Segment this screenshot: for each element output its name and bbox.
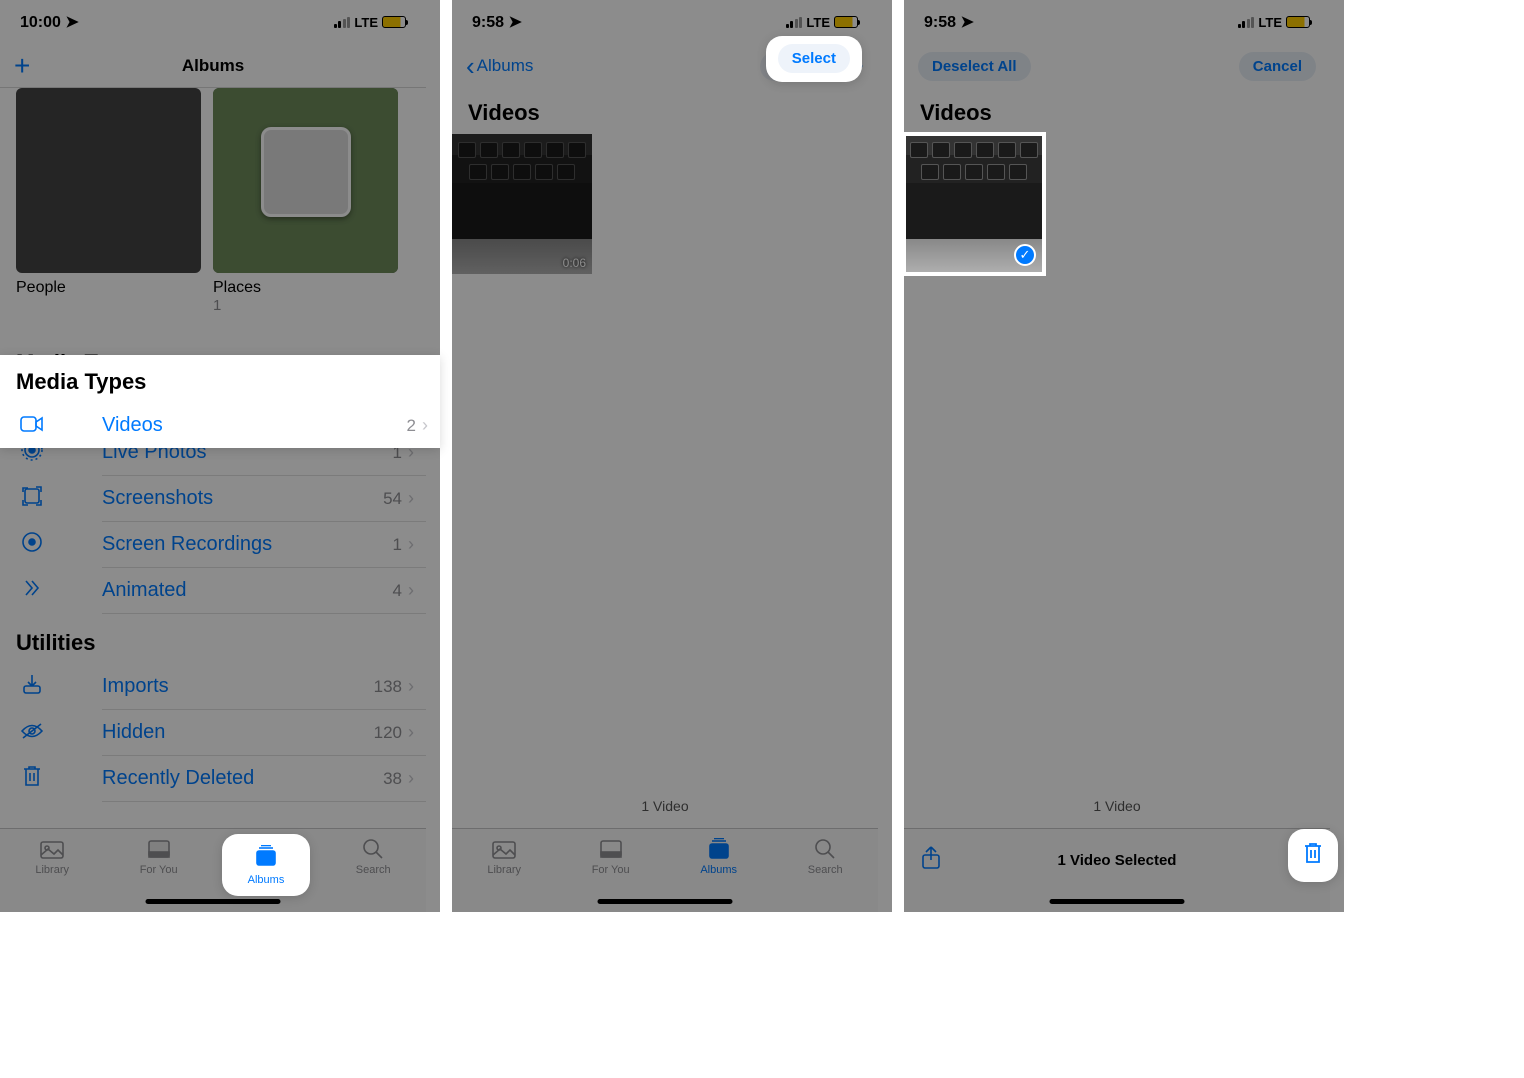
search-icon [359, 837, 387, 861]
chevron-right-icon: › [408, 580, 414, 601]
row-imports[interactable]: Imports138› [0, 664, 426, 710]
nav-bar: Deselect All Cancel [904, 44, 1330, 88]
signal-icon [786, 17, 803, 28]
highlight-trash [1288, 829, 1338, 882]
home-indicator[interactable] [146, 899, 281, 904]
nav-bar: + Albums [0, 44, 426, 88]
chevron-right-icon: › [408, 534, 414, 555]
videos-screen: 9:58 ➤ LTE ‹Albums Select ••• Videos 0:0… [452, 0, 878, 912]
video-thumbnail-selected[interactable]: ✓ [904, 134, 1044, 274]
video-duration: 0:06 [563, 256, 586, 270]
deselect-all-button[interactable]: Deselect All [918, 52, 1031, 81]
tab-search[interactable]: Search [356, 837, 391, 912]
row-animated[interactable]: Animated4› [0, 568, 426, 614]
chevron-right-icon: › [408, 488, 414, 509]
screenshot-icon [16, 485, 48, 513]
selected-check-icon: ✓ [1014, 244, 1036, 266]
footer-count: 1 Video [904, 798, 1330, 814]
cancel-button[interactable]: Cancel [1239, 52, 1316, 81]
row-videos[interactable]: Videos2› [0, 403, 440, 448]
albums-screen: 10:00 ➤ LTE + Albums People Places 1 Med… [0, 0, 426, 912]
selection-count: 1 Video Selected [1058, 852, 1177, 869]
import-icon [16, 673, 48, 701]
videos-select-screen: 9:58 ➤ LTE Deselect All Cancel Videos ✓ … [904, 0, 1330, 912]
battery-icon [834, 16, 858, 28]
tab-library[interactable]: Library [487, 837, 521, 912]
row-hidden[interactable]: Hidden120› [0, 710, 426, 756]
album-places[interactable]: Places 1 [213, 88, 398, 314]
row-screenshots[interactable]: Screenshots54› [0, 476, 426, 522]
page-title: Videos [452, 88, 878, 134]
row-recently-deleted[interactable]: Recently Deleted38› [0, 756, 426, 802]
network-label: LTE [354, 15, 378, 30]
home-indicator[interactable] [598, 899, 733, 904]
signal-icon [1238, 17, 1255, 28]
battery-icon [382, 16, 406, 28]
home-indicator[interactable] [1050, 899, 1185, 904]
status-bar: 9:58 ➤ LTE [904, 0, 1330, 44]
chevron-right-icon: › [408, 722, 414, 743]
albums-row: People Places 1 [0, 88, 426, 334]
chevron-right-icon: › [408, 768, 414, 789]
animated-icon [16, 577, 48, 605]
for-you-icon [145, 837, 173, 861]
select-button[interactable]: Select [778, 44, 850, 73]
album-people[interactable]: People [16, 88, 201, 314]
nav-title: Albums [0, 56, 426, 76]
highlight-media-videos: Media Types Videos2› [0, 355, 440, 448]
utilities-header: Utilities [0, 614, 426, 664]
footer-count: 1 Video [452, 798, 878, 814]
share-button[interactable] [920, 845, 942, 877]
hidden-icon [16, 720, 48, 746]
add-button[interactable]: + [14, 50, 30, 82]
video-icon [16, 413, 48, 439]
tab-search[interactable]: Search [808, 837, 843, 912]
row-screen-recordings[interactable]: Screen Recordings1› [0, 522, 426, 568]
highlight-select: Select [766, 36, 862, 82]
tab-library[interactable]: Library [35, 837, 69, 912]
highlight-albums-tab: Albums [222, 834, 310, 896]
clock: 10:00 ➤ [20, 12, 79, 32]
page-title: Videos [904, 88, 1330, 134]
library-icon [38, 837, 66, 861]
clock: 9:58 ➤ [924, 12, 974, 32]
signal-icon [334, 17, 351, 28]
clock: 9:58 ➤ [472, 12, 522, 32]
video-thumbnail[interactable]: 0:06 [452, 134, 592, 274]
albums-icon [253, 845, 279, 870]
status-bar: 10:00 ➤ LTE [0, 0, 426, 44]
battery-icon [1286, 16, 1310, 28]
back-button[interactable]: ‹Albums [466, 51, 533, 82]
chevron-right-icon: › [408, 676, 414, 697]
trash-icon [16, 765, 48, 793]
utilities-list: Imports138›Hidden120›Recently Deleted38› [0, 664, 426, 802]
record-icon [16, 531, 48, 559]
